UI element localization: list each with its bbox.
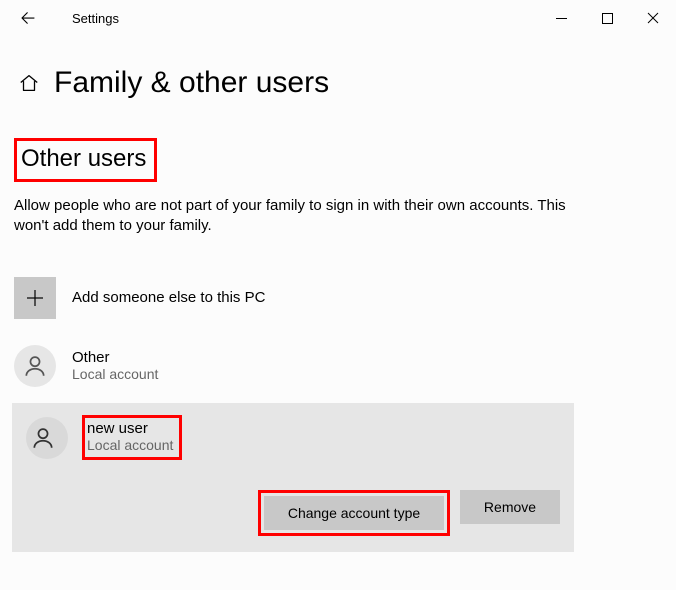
add-user-button[interactable]: Add someone else to this PC xyxy=(14,277,662,319)
user-info: Other Local account xyxy=(72,349,158,382)
close-button[interactable] xyxy=(630,2,676,34)
plus-tile xyxy=(14,277,56,319)
app-title: Settings xyxy=(72,11,119,26)
user-row[interactable]: new user Local account xyxy=(26,413,560,464)
plus-icon xyxy=(25,288,45,308)
section-title: Other users xyxy=(21,145,146,173)
page-title: Family & other users xyxy=(54,66,329,100)
change-button-highlight: Change account type xyxy=(258,490,450,536)
avatar xyxy=(14,345,56,387)
user-subtext: Local account xyxy=(72,366,158,382)
user-row[interactable]: Other Local account xyxy=(14,341,662,391)
person-icon xyxy=(22,353,48,379)
maximize-icon xyxy=(602,13,613,24)
minimize-icon xyxy=(556,13,567,24)
arrow-left-icon xyxy=(19,9,37,27)
minimize-button[interactable] xyxy=(538,2,584,34)
user-name: new user xyxy=(87,420,173,437)
window-controls xyxy=(538,2,676,34)
page-header: Family & other users xyxy=(0,36,676,110)
maximize-button[interactable] xyxy=(584,2,630,34)
section-title-highlight: Other users xyxy=(14,138,157,182)
user-subtext: Local account xyxy=(87,437,173,453)
home-icon[interactable] xyxy=(18,72,40,94)
titlebar: Settings xyxy=(0,0,676,36)
selected-user-block: new user Local account Change account ty… xyxy=(12,403,574,552)
section-description: Allow people who are not part of your fa… xyxy=(14,196,574,237)
close-icon xyxy=(647,12,659,24)
change-account-type-button[interactable]: Change account type xyxy=(264,496,444,530)
person-icon xyxy=(30,425,56,451)
content: Other users Allow people who are not par… xyxy=(0,110,676,552)
back-button[interactable] xyxy=(12,2,44,34)
user-highlight: new user Local account xyxy=(82,415,182,460)
add-user-label: Add someone else to this PC xyxy=(72,289,265,306)
avatar xyxy=(26,417,68,459)
user-name: Other xyxy=(72,349,158,366)
action-row: Change account type Remove xyxy=(26,490,560,536)
remove-button[interactable]: Remove xyxy=(460,490,560,524)
